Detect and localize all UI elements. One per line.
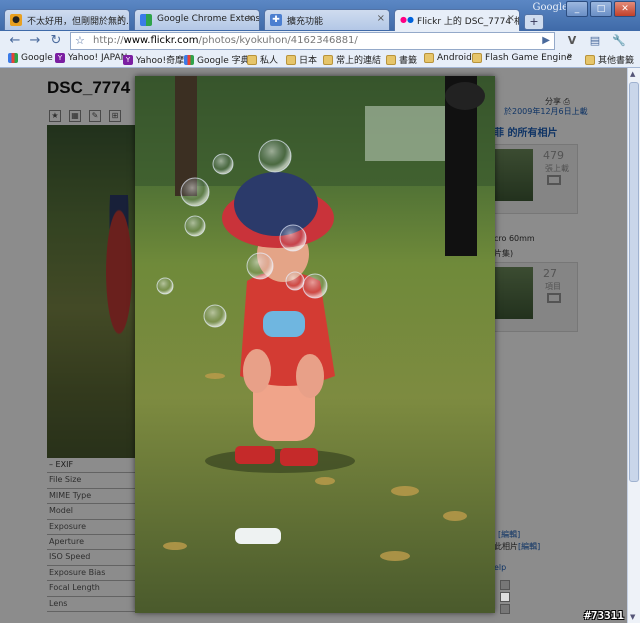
tab-favicon: ●	[10, 14, 22, 26]
tab-label: 擴充功能	[287, 17, 324, 27]
bookmark-yahoo-japan[interactable]: Y Yahoo! JAPAN	[55, 53, 127, 63]
bookmark-label: Yahoo! JAPAN	[68, 53, 128, 63]
bookmark-google-dictionary[interactable]: Google 字典	[184, 53, 250, 66]
tab-2[interactable]: Google Chrome Extensions: ... ×	[134, 9, 260, 30]
extension-icon[interactable]: V	[563, 33, 581, 49]
tab-favicon	[140, 14, 152, 26]
forward-button[interactable]: →	[26, 33, 44, 49]
window-controls: _ □ ✕	[566, 1, 636, 17]
google-icon	[184, 54, 194, 65]
folder-icon	[323, 54, 333, 65]
bookmark-folder-flash-game-engine[interactable]: Flash Game Engine	[472, 53, 572, 63]
folder-icon	[286, 54, 296, 65]
bookmark-google[interactable]: Google	[8, 53, 53, 63]
url-path: /photos/kyokuhon/4162346881/	[198, 35, 358, 46]
title-bar: ● 不太好用，但剛開於無的... × Google Chrome Extensi…	[0, 0, 640, 31]
watermark-id: #73311	[584, 609, 624, 622]
go-icon[interactable]: ▶	[542, 33, 550, 49]
lightbox	[135, 76, 495, 613]
lightbox-photo[interactable]	[135, 76, 495, 613]
tab-close-icon[interactable]: ×	[247, 13, 255, 24]
flickr-icon: ●●	[400, 15, 414, 24]
pager-dot[interactable]	[500, 604, 510, 614]
scroll-up-icon[interactable]: ▲	[630, 70, 635, 78]
url-host: www.flickr.com	[123, 35, 199, 46]
back-button[interactable]: ←	[6, 33, 24, 49]
yahoo-icon: Y	[123, 54, 133, 65]
bookmark-label: 書籤	[399, 56, 418, 66]
bookmark-label: 日本	[299, 56, 318, 66]
page-viewport: DSC_7774 ★ ▦ ✎ ⊞ – EXIF File Size MIME T…	[0, 68, 627, 623]
bookmarks-overflow-button[interactable]: »	[567, 51, 573, 61]
bookmark-label: 其他書籤	[598, 56, 635, 66]
folder-icon	[386, 54, 396, 65]
bookmarks-bar: Google Y Yahoo! JAPAN Y Yahoo!奇摩 Google …	[0, 51, 640, 68]
bookmark-folder-links[interactable]: 常上的連結	[323, 53, 381, 66]
tab-strip: ● 不太好用，但剛開於無的... × Google Chrome Extensi…	[4, 9, 544, 31]
bookmark-label: Yahoo!奇摩	[136, 56, 185, 66]
photo-child-with-bubbles	[135, 76, 495, 613]
bookmark-label: 私人	[260, 56, 279, 66]
google-icon	[8, 53, 18, 63]
pager-dot[interactable]	[500, 580, 510, 590]
new-tab-button[interactable]: +	[524, 14, 544, 30]
tab-label: 不太好用，但剛開於無的...	[27, 17, 130, 27]
bookmark-label: Google	[21, 53, 53, 63]
tab-label: Flickr 上的 DSC_7774 相...	[417, 17, 519, 27]
window-brand: Google	[532, 2, 568, 13]
yahoo-icon: Y	[55, 53, 65, 63]
page-menu-icon[interactable]: ▤	[586, 33, 604, 49]
maximize-button[interactable]: □	[590, 1, 612, 17]
other-bookmarks[interactable]: 其他書籤	[585, 53, 634, 66]
reload-button[interactable]: ↻	[47, 33, 65, 49]
bookmark-folder-private[interactable]: 私人	[247, 53, 278, 66]
tab-close-icon[interactable]: ×	[377, 13, 385, 24]
folder-icon	[424, 53, 434, 63]
bookmark-label: Flash Game Engine	[485, 53, 572, 63]
lightbox-pager	[500, 580, 510, 614]
scroll-down-icon[interactable]: ▼	[630, 613, 635, 621]
folder-icon	[247, 54, 257, 65]
folder-icon	[585, 54, 595, 65]
folder-icon	[472, 53, 482, 63]
url-scheme: http://	[93, 35, 124, 46]
bookmark-folder-android[interactable]: Android	[424, 53, 472, 63]
puzzle-icon: ✚	[270, 14, 282, 26]
bookmark-label: 常上的連結	[336, 56, 382, 66]
scrollbar-thumb[interactable]	[629, 82, 639, 482]
bookmark-label: Google 字典	[197, 56, 250, 66]
tab-1[interactable]: ● 不太好用，但剛開於無的... ×	[4, 9, 130, 30]
address-bar[interactable]: ☆ http://www.flickr.com/photos/kyokuhon/…	[70, 32, 555, 50]
pager-dot-current[interactable]	[500, 592, 510, 602]
tab-3[interactable]: ✚ 擴充功能 ×	[264, 9, 390, 30]
bookmark-folder-japan[interactable]: 日本	[286, 53, 317, 66]
bookmark-folder-bookmarks[interactable]: 書籤	[386, 53, 417, 66]
bookmark-label: Android	[437, 53, 472, 63]
close-button[interactable]: ✕	[614, 1, 636, 17]
tab-close-icon[interactable]: ×	[507, 13, 515, 24]
minimize-button[interactable]: _	[566, 1, 588, 17]
navigation-toolbar: ← → ↻ ☆ http://www.flickr.com/photos/kyo…	[0, 31, 640, 51]
tab-close-icon[interactable]: ×	[117, 13, 125, 24]
vertical-scrollbar[interactable]: ▲ ▼	[627, 68, 640, 623]
tab-4-active[interactable]: ●● Flickr 上的 DSC_7774 相... ×	[394, 9, 520, 31]
bookmark-yahoo-kimo[interactable]: Y Yahoo!奇摩	[123, 53, 184, 66]
tab-label: Google Chrome Extensions: ...	[157, 14, 260, 24]
wrench-icon[interactable]: 🔧	[610, 33, 628, 49]
star-icon[interactable]: ☆	[75, 33, 85, 49]
